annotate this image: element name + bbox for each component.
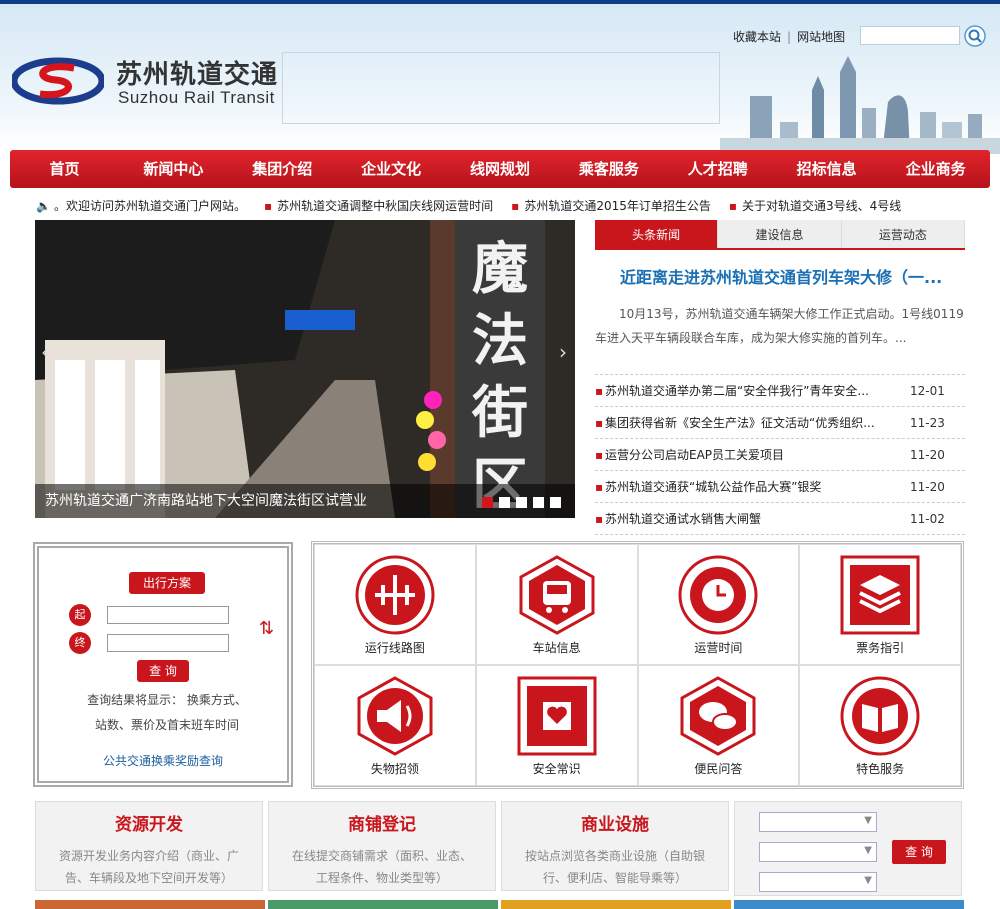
main-nav: 首页 新闻中心 集团介绍 企业文化 线网规划 乘客服务 人才招聘 招标信息 企业… — [10, 150, 990, 188]
list-item[interactable]: ▪ 苏州轨道交通举办第二届“安全伴我行”青年安全... 12-01 — [595, 375, 965, 407]
logo-icon — [12, 57, 104, 105]
book-map-icon — [840, 676, 920, 756]
service-hours[interactable]: 运营时间 — [637, 544, 800, 665]
business-query-box: ▼ ▼ ▼ 查 询 — [734, 801, 962, 896]
nav-news[interactable]: 新闻中心 — [119, 150, 228, 188]
slider-sign-char: 魔 — [472, 237, 528, 302]
service-station-info[interactable]: 车站信息 — [475, 544, 638, 665]
slider-sign-char: 法 — [472, 309, 528, 374]
trip-title-button[interactable]: 出行方案 — [129, 572, 205, 594]
list-item[interactable]: ▪ 苏州轨道交通获“城轨公益作品大赛”银奖 11-20 — [595, 471, 965, 503]
slider-sign-char: 街 — [471, 381, 528, 446]
list-item[interactable]: ▪ 苏州轨道交通试水销售大闸蟹 11-02 — [595, 503, 965, 535]
nav-home[interactable]: 首页 — [10, 150, 119, 188]
service-ticket-guide[interactable]: 票务指引 — [799, 544, 961, 665]
slider-dot[interactable] — [516, 497, 527, 508]
trip-planner: 出行方案 起 终 ⇅ 查 询 查询结果将显示： 换乘方式、 站数、票价及首末班车时… — [33, 542, 293, 787]
ticket-layers-icon — [840, 555, 920, 635]
favorite-link[interactable]: 收藏本站 — [733, 30, 781, 44]
route-map-icon — [355, 555, 435, 635]
chevron-down-icon: ▼ — [864, 875, 872, 886]
nav-passenger[interactable]: 乘客服务 — [554, 150, 663, 188]
bottom-strip — [268, 900, 498, 909]
headline-summary: 10月13号，苏州轨道交通车辆架大修工作正式启动。1号线0119车进入天平车辆段… — [595, 307, 964, 345]
speaker-icon: 🔈 — [36, 199, 51, 213]
slider-prev-arrow[interactable]: ‹ — [41, 340, 49, 364]
nav-tender[interactable]: 招标信息 — [772, 150, 881, 188]
header: 苏州轨道交通 Suzhou Rail Transit 收藏本站 | 网站地图 — [0, 4, 1000, 154]
nav-about[interactable]: 集团介绍 — [228, 150, 337, 188]
resource-dev-card[interactable]: 资源开发 资源开发业务内容介绍（商业、广告、车辆段及地下空间开发等） — [35, 801, 263, 891]
nav-business[interactable]: 企业商务 — [881, 150, 990, 188]
service-faq[interactable]: 便民问答 — [637, 665, 800, 786]
service-lost-found[interactable]: 失物招领 — [314, 665, 476, 786]
ticker-item[interactable]: ▪ 关于对轨道交通3号线、4号线 — [729, 196, 901, 216]
station-select[interactable]: ▼ — [759, 842, 877, 862]
tab-operations[interactable]: 运营动态 — [842, 220, 965, 248]
swap-icon[interactable]: ⇅ — [259, 618, 274, 639]
slider-dot[interactable] — [482, 497, 493, 508]
bottom-strip — [734, 900, 964, 909]
list-item[interactable]: ▪ 运营分公司启动EAP员工关爱项目 11-20 — [595, 439, 965, 471]
slider-next-arrow[interactable]: › — [559, 340, 567, 364]
tab-headlines[interactable]: 头条新闻 — [595, 220, 719, 248]
megaphone-icon — [357, 676, 433, 756]
nav-culture[interactable]: 企业文化 — [337, 150, 446, 188]
logo-text-cn: 苏州轨道交通 — [116, 60, 279, 90]
slider-dots — [482, 497, 561, 508]
line-select[interactable]: ▼ — [759, 812, 877, 832]
facilities-card[interactable]: 商业设施 按站点浏览各类商业设施（自助银行、便利店、智能导乘等） — [501, 801, 729, 891]
clock-icon — [678, 555, 758, 635]
service-special[interactable]: 特色服务 — [799, 665, 961, 786]
chevron-down-icon: ▼ — [864, 815, 872, 826]
chat-bubbles-icon — [680, 676, 756, 756]
news-tabs: 头条新闻 建设信息 运营动态 — [595, 220, 965, 250]
start-seal-icon: 起 — [69, 604, 91, 626]
service-grid: 运行线路图 车站信息 运营时间 票务指引 失物招领 安全常识 便民问答 特色服务 — [311, 541, 964, 789]
nav-network[interactable]: 线网规划 — [446, 150, 555, 188]
heart-shield-icon — [517, 676, 597, 756]
list-item[interactable]: ▪ 集团获得省新《安全生产法》征文活动“优秀组织... 11-23 — [595, 407, 965, 439]
logo-text-en: Suzhou Rail Transit — [118, 88, 275, 107]
transfer-reward-link[interactable]: 公共交通换乘奖励查询 — [39, 752, 287, 769]
slider-dot[interactable] — [499, 497, 510, 508]
city-skyline-image — [720, 56, 1000, 154]
news-ticker: 🔈 。欢迎访问苏州轨道交通门户网站。 ▪ 苏州轨道交通调整中秋国庆线网运营时间 ▪ 苏州轨… — [36, 196, 966, 216]
type-select[interactable]: ▼ — [759, 872, 877, 892]
search-icon[interactable] — [964, 25, 986, 47]
station-info-icon — [519, 555, 595, 635]
end-seal-icon: 终 — [69, 632, 91, 654]
start-station-input[interactable] — [107, 606, 229, 624]
end-station-input[interactable] — [107, 634, 229, 652]
nav-jobs[interactable]: 人才招聘 — [663, 150, 772, 188]
bottom-strip — [35, 900, 265, 909]
tab-construction[interactable]: 建设信息 — [718, 220, 842, 248]
search-input[interactable] — [860, 26, 960, 45]
ticker-intro: 。欢迎访问苏州轨道交通门户网站。 — [54, 199, 247, 213]
top-links: 收藏本站 | 网站地图 — [733, 30, 846, 44]
chevron-down-icon: ▼ — [864, 845, 872, 856]
sitemap-link[interactable]: 网站地图 — [797, 30, 845, 44]
news-panel: 头条新闻 建设信息 运营动态 近距离走进苏州轨道交通首列车架大修（一... 10… — [595, 220, 965, 535]
headline-link[interactable]: 近距离走进苏州轨道交通首列车架大修（一... — [595, 264, 965, 288]
trip-query-button[interactable]: 查 询 — [137, 660, 189, 682]
service-route-map[interactable]: 运行线路图 — [314, 544, 476, 665]
slider-dot[interactable] — [533, 497, 544, 508]
slider-photo: 魔 法 街 区 — [35, 220, 575, 518]
trip-result-hint: 查询结果将显示： 换乘方式、 站数、票价及首末班车时间 — [87, 693, 247, 732]
bottom-strip — [501, 900, 731, 909]
image-slider[interactable]: 魔 法 街 区 ‹ › 苏州轨道交通广济南路站地下大空间魔法街区试营业 — [35, 220, 575, 518]
slider-dot[interactable] — [550, 497, 561, 508]
ticker-item[interactable]: ▪ 苏州轨道交通2015年订单招生公告 — [511, 196, 711, 216]
shop-register-card[interactable]: 商铺登记 在线提交商铺需求（面积、业态、工程条件、物业类型等） — [268, 801, 496, 891]
ticker-item[interactable]: ▪ 苏州轨道交通调整中秋国庆线网运营时间 — [264, 196, 493, 216]
service-safety[interactable]: 安全常识 — [475, 665, 638, 786]
business-query-button[interactable]: 查 询 — [892, 840, 946, 864]
news-list: ▪ 苏州轨道交通举办第二届“安全伴我行”青年安全... 12-01 ▪ 集团获得省新《… — [595, 374, 965, 535]
header-frame — [282, 52, 720, 124]
